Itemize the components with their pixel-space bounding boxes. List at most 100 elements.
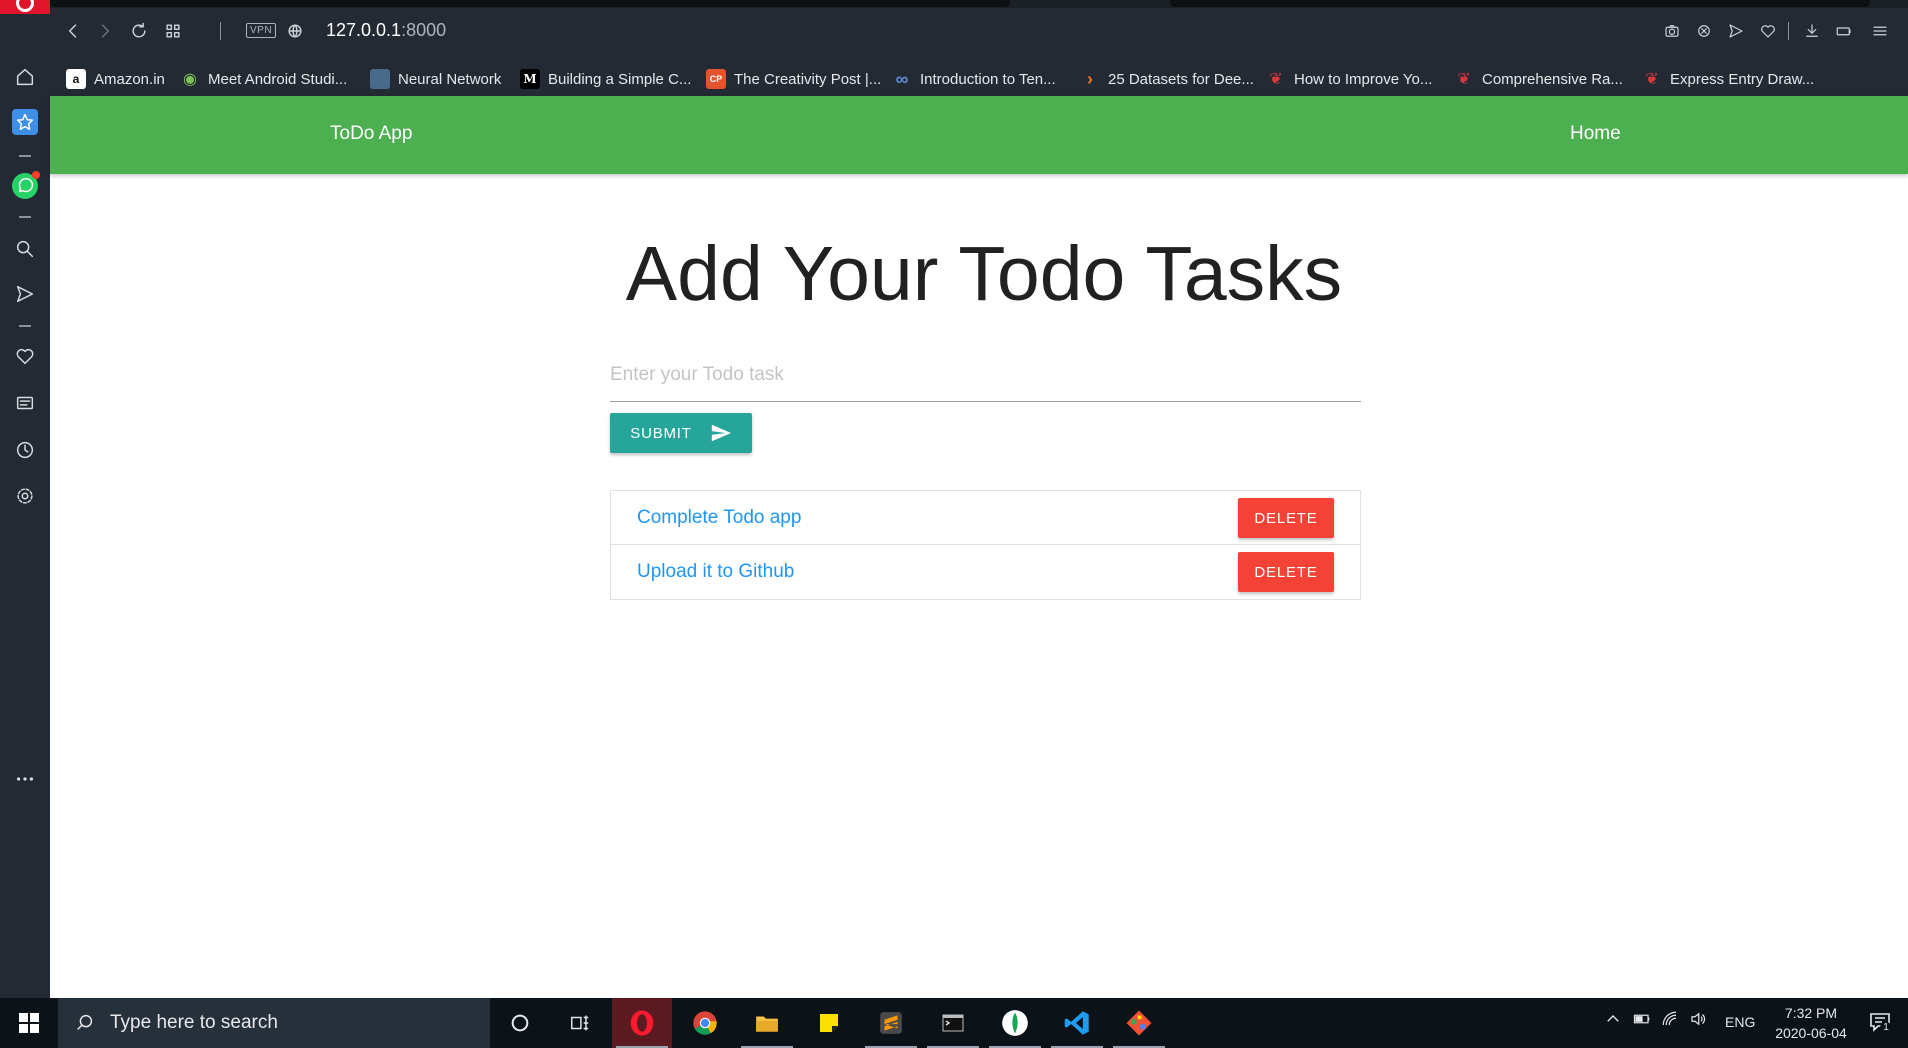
brand-logo[interactable]: ToDo App	[330, 123, 412, 145]
action-center-icon[interactable]: 1	[1868, 1010, 1892, 1037]
download-icon[interactable]	[1800, 19, 1824, 43]
vscode-icon[interactable]	[1047, 998, 1107, 1048]
chevron-icon: ›	[1087, 68, 1093, 89]
forward-icon[interactable]	[92, 18, 118, 44]
terminal-icon[interactable]	[923, 998, 983, 1048]
news-icon[interactable]	[12, 390, 38, 416]
medium-icon: M	[520, 69, 540, 89]
git-gui-icon[interactable]	[1109, 998, 1169, 1048]
mongodb-icon[interactable]	[985, 998, 1045, 1048]
more-icon[interactable]	[12, 766, 38, 792]
heart-icon[interactable]	[12, 343, 38, 369]
search-icon	[77, 1014, 93, 1030]
todo-input[interactable]	[610, 348, 1361, 402]
hand-icon: ❦	[1457, 71, 1471, 88]
hand-icon: ❦	[1269, 71, 1283, 88]
home-icon[interactable]	[12, 64, 38, 90]
bookmark-heart-icon[interactable]	[1756, 19, 1780, 43]
flow-icon[interactable]	[1724, 19, 1748, 43]
cortana-icon[interactable]	[490, 998, 550, 1048]
chrome-icon[interactable]	[675, 998, 735, 1048]
taskbar-search[interactable]: Type here to search	[58, 998, 490, 1048]
address-bar[interactable]: 127.0.0.1:8000	[326, 20, 446, 41]
file-explorer-icon[interactable]	[737, 998, 797, 1048]
speed-dial-icon[interactable]	[12, 109, 38, 135]
bookmark-android[interactable]: ◉ Meet Android Studi...	[180, 62, 347, 96]
start-button[interactable]	[0, 998, 58, 1048]
delete-button[interactable]: DELETE	[1238, 552, 1334, 592]
todo-text[interactable]: Upload it to Github	[637, 561, 794, 583]
delete-button[interactable]: DELETE	[1238, 498, 1334, 538]
language-indicator[interactable]: ENG	[1725, 1014, 1755, 1030]
bookmarks-bar: a Amazon.in ◉ Meet Android Studi... Neur…	[50, 62, 1908, 96]
bookmark-label: The Creativity Post |...	[734, 70, 882, 88]
task-view-icon[interactable]	[550, 998, 610, 1048]
clock-date: 2020-06-04	[1775, 1025, 1847, 1041]
bookmark-label: Amazon.in	[94, 70, 165, 88]
reload-icon[interactable]	[126, 18, 152, 44]
bookmark-label: Introduction to Ten...	[920, 70, 1056, 88]
web-page: ToDo App Home Add Your Todo Tasks SUBMIT…	[50, 96, 1908, 998]
vpn-badge[interactable]: VPN	[246, 23, 277, 38]
bookmark-label: How to Improve Yo...	[1294, 70, 1433, 88]
todo-item: Complete Todo app DELETE	[611, 491, 1360, 545]
easy-setup-icon[interactable]	[1868, 19, 1892, 43]
send-icon	[711, 424, 731, 442]
opera-logo[interactable]	[0, 0, 50, 14]
battery-icon[interactable]	[1632, 1010, 1652, 1031]
windows-icon	[19, 1013, 39, 1033]
windows-taskbar: Type here to search ENG 7:32 PM 2020-06-…	[0, 998, 1908, 1048]
globe-icon[interactable]	[282, 18, 308, 44]
back-icon[interactable]	[60, 18, 86, 44]
sticky-notes-icon[interactable]	[799, 998, 859, 1048]
bookmark-coursera[interactable]: ∞ Introduction to Ten...	[892, 62, 1056, 96]
tab[interactable]	[50, 0, 1010, 7]
camera-icon[interactable]	[1660, 19, 1684, 43]
sidebar-divider	[19, 325, 31, 327]
tabs-grid-icon[interactable]	[160, 18, 186, 44]
todo-item: Upload it to Github DELETE	[611, 545, 1360, 599]
toolbar-divider	[220, 22, 221, 40]
send-icon[interactable]	[12, 281, 38, 307]
search-icon[interactable]	[12, 236, 38, 262]
volume-icon[interactable]	[1688, 1010, 1708, 1031]
bookmark-label: Comprehensive Ra...	[1482, 70, 1623, 88]
wifi-icon[interactable]	[1660, 1010, 1680, 1031]
adblock-icon[interactable]	[1692, 19, 1716, 43]
clock[interactable]: 7:32 PM 2020-06-04	[1766, 1003, 1856, 1043]
battery-saver-icon[interactable]	[1832, 19, 1856, 43]
tab[interactable]	[1170, 0, 1870, 7]
bookmark-comprehensive[interactable]: ❦ Comprehensive Ra...	[1454, 62, 1623, 96]
bookmark-datasets[interactable]: › 25 Datasets for Dee...	[1080, 62, 1254, 96]
app-navbar: ToDo App Home	[50, 96, 1908, 174]
page-title: Add Your Todo Tasks	[625, 231, 1343, 317]
bookmark-neural-network[interactable]: Neural Network	[370, 62, 501, 96]
opera-taskbar-icon[interactable]	[612, 998, 672, 1048]
bookmark-medium[interactable]: M Building a Simple C...	[520, 62, 691, 96]
submit-label: SUBMIT	[630, 424, 692, 442]
todo-list: Complete Todo app DELETE Upload it to Gi…	[610, 490, 1361, 600]
bookmark-creativity-post[interactable]: CP The Creativity Post |...	[706, 62, 881, 96]
url-port: :8000	[401, 20, 447, 40]
bookmark-amazon[interactable]: a Amazon.in	[66, 62, 165, 96]
todo-text[interactable]: Complete Todo app	[637, 507, 801, 529]
history-icon[interactable]	[12, 437, 38, 463]
neural-network-icon	[370, 69, 390, 89]
nav-home-link[interactable]: Home	[1570, 123, 1621, 145]
whatsapp-icon[interactable]	[12, 171, 40, 199]
url-host: 127.0.0.1	[326, 20, 402, 40]
settings-icon[interactable]	[12, 483, 38, 509]
amazon-icon: a	[66, 69, 86, 89]
bookmark-express-entry[interactable]: ❦ Express Entry Draw...	[1642, 62, 1814, 96]
toolbar-divider	[1788, 22, 1789, 40]
bookmark-improve[interactable]: ❦ How to Improve Yo...	[1266, 62, 1432, 96]
tab-strip	[50, 0, 1908, 8]
clock-time: 7:32 PM	[1784, 1005, 1838, 1021]
show-hidden-icons[interactable]	[1604, 1010, 1622, 1031]
bookmark-label: Meet Android Studi...	[208, 70, 348, 88]
browser-sidebar	[0, 0, 50, 998]
notification-count: 1	[1880, 1022, 1892, 1034]
bookmark-label: Neural Network	[398, 70, 502, 88]
sublime-text-icon[interactable]	[861, 998, 921, 1048]
submit-button[interactable]: SUBMIT	[610, 413, 752, 453]
